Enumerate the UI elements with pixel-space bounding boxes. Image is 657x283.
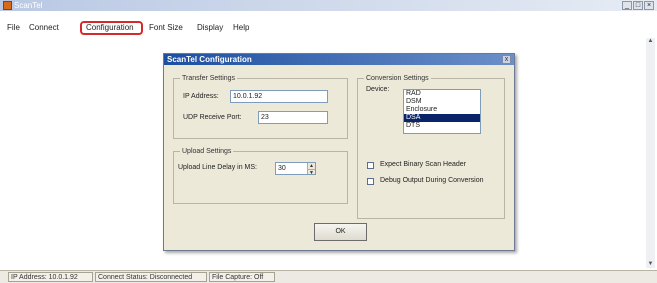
configuration-dialog: ScanTel Configuration x Transfer Setting… — [163, 53, 515, 251]
status-ip: IP Address: 10.0.1.92 — [8, 272, 93, 282]
upload-settings-group: Upload Settings Upload Line Delay in MS:… — [173, 147, 348, 204]
status-connect: Connect Status: Disconnected — [95, 272, 207, 282]
configuration-highlight — [80, 21, 143, 35]
status-capture: File Capture: Off — [209, 272, 275, 282]
device-label: Device: — [366, 86, 390, 93]
menu-help[interactable]: Help — [233, 21, 249, 35]
spin-down-icon[interactable]: ▼ — [307, 169, 315, 174]
dialog-close-button[interactable]: x — [502, 55, 511, 64]
udp-port-label: UDP Receive Port: — [183, 114, 242, 121]
window-controls: _ □ × — [622, 1, 654, 10]
app-icon — [3, 1, 12, 10]
maximize-button[interactable]: □ — [633, 1, 643, 10]
menu-connect[interactable]: Connect — [29, 21, 59, 35]
transfer-settings-group: Transfer Settings IP Address: 10.0.1.92 … — [173, 74, 348, 139]
dialog-title: ScanTel Configuration — [167, 55, 252, 64]
binary-header-label: Expect Binary Scan Header — [380, 161, 466, 168]
menu-display[interactable]: Display — [197, 21, 223, 35]
ok-button[interactable]: OK — [314, 223, 367, 241]
minimize-button[interactable]: _ — [622, 1, 632, 10]
binary-header-checkbox[interactable] — [367, 162, 374, 169]
scantel-window: ScanTel _ □ × File Connect Configuration… — [0, 0, 657, 283]
title-bar[interactable]: ScanTel _ □ × — [0, 0, 657, 11]
device-option-dsm[interactable]: DSM — [404, 98, 480, 106]
upload-settings-label: Upload Settings — [180, 147, 234, 156]
scroll-up-icon[interactable]: ▲ — [647, 38, 654, 45]
dialog-title-bar[interactable]: ScanTel Configuration x — [164, 54, 514, 65]
upload-delay-label: Upload Line Delay in MS: — [178, 164, 257, 171]
upload-delay-spinner[interactable]: 30 ▲ ▼ — [275, 162, 316, 175]
ip-address-input[interactable]: 10.0.1.92 — [230, 90, 328, 103]
device-listbox[interactable]: RAD DSM Enclosure DSA DTS — [403, 89, 481, 134]
vertical-scrollbar[interactable]: ▲ ▼ — [646, 38, 655, 268]
device-option-dts[interactable]: DTS — [404, 122, 480, 130]
menu-file[interactable]: File — [7, 21, 20, 35]
close-button[interactable]: × — [644, 1, 654, 10]
scroll-down-icon[interactable]: ▼ — [647, 261, 654, 268]
upload-delay-value: 30 — [278, 165, 286, 172]
udp-port-input[interactable]: 23 — [258, 111, 328, 124]
ip-address-label: IP Address: — [183, 93, 219, 100]
device-option-rad[interactable]: RAD — [404, 90, 480, 98]
device-option-dsa[interactable]: DSA — [404, 114, 480, 122]
menu-font-size[interactable]: Font Size — [149, 21, 183, 35]
status-bar: IP Address: 10.0.1.92 Connect Status: Di… — [0, 270, 657, 283]
device-option-enclosure[interactable]: Enclosure — [404, 106, 480, 114]
debug-output-checkbox[interactable] — [367, 178, 374, 185]
conversion-settings-group: Conversion Settings Device: RAD DSM Encl… — [357, 74, 505, 219]
debug-output-label: Debug Output During Conversion — [380, 177, 484, 184]
transfer-settings-label: Transfer Settings — [180, 74, 238, 83]
conversion-settings-label: Conversion Settings — [364, 74, 431, 83]
window-title: ScanTel — [14, 1, 43, 10]
